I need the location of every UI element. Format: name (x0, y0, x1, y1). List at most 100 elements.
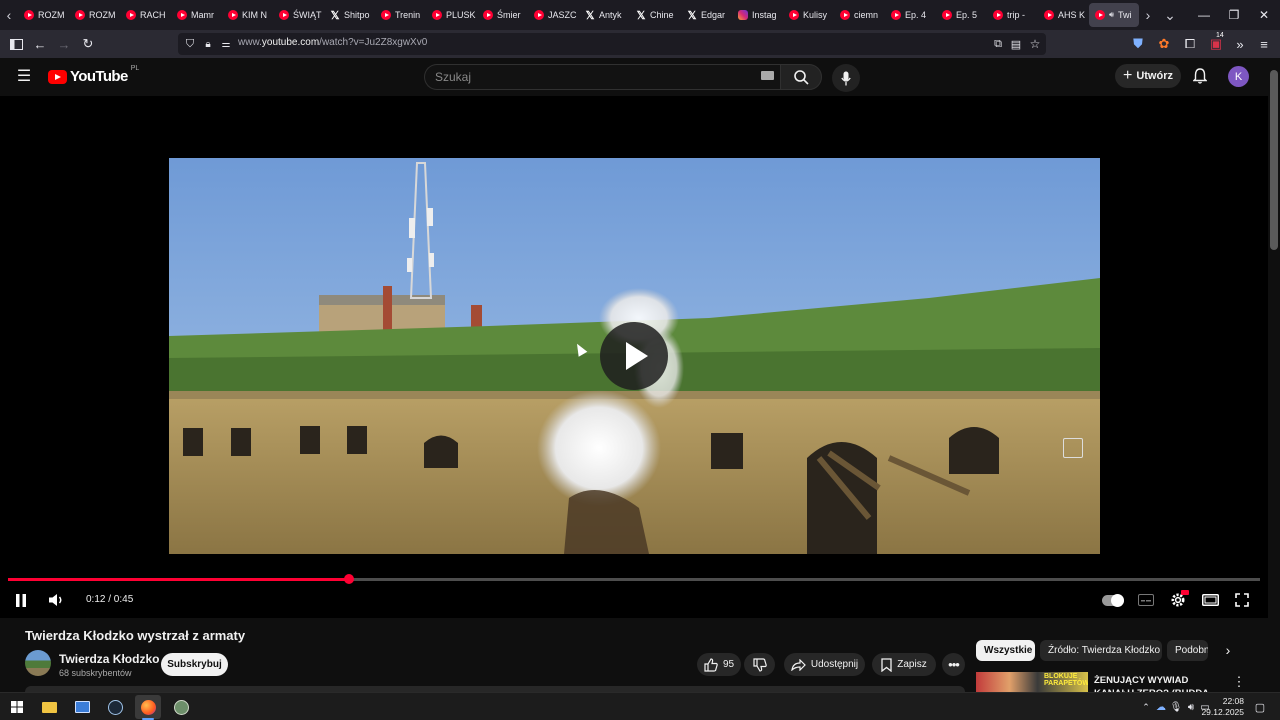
dislike-button[interactable] (744, 653, 775, 676)
browser-tab[interactable]: 𝕏 Edgar (681, 3, 732, 27)
more-horizontal-icon: ••• (948, 657, 960, 672)
browser-tab[interactable]: 𝕏 Shitpo (324, 3, 375, 27)
browser-tab[interactable]: Kulisy (783, 3, 834, 27)
bookmark-star-icon[interactable]: ☆ (1025, 34, 1045, 54)
browser-tab[interactable]: AHS K (1038, 3, 1089, 27)
browser-tab[interactable]: ciemn (834, 3, 885, 27)
sidebar-toggle-icon[interactable] (6, 34, 26, 54)
tab-scroll-right-icon[interactable]: › (1139, 0, 1157, 30)
keyboard-icon[interactable] (761, 71, 774, 80)
large-play-button[interactable] (600, 322, 668, 390)
reload-icon[interactable]: ↻ (78, 34, 98, 54)
fullscreen-button[interactable] (1230, 589, 1254, 611)
youtube-icon (126, 10, 136, 20)
windows-start-icon[interactable] (4, 695, 30, 719)
notifications-bell-icon[interactable] (1190, 66, 1210, 86)
settings-button[interactable] (1166, 589, 1190, 611)
misc-app-icon[interactable] (168, 695, 194, 719)
browser-tab[interactable]: Trenin (375, 3, 426, 27)
browser-tab[interactable]: Mamr (171, 3, 222, 27)
like-button[interactable]: 95 (697, 653, 741, 676)
account-avatar[interactable]: K (1228, 66, 1249, 87)
thumbnail-text: BLOKUJE PARAPETÓW (1044, 673, 1088, 687)
browser-tab[interactable]: ŚWIĄT (273, 3, 324, 27)
addon-badge-icon[interactable]: ▣ 14 (1206, 32, 1226, 54)
notifications-icon[interactable]: ▢ (1250, 697, 1270, 717)
mute-button[interactable] (44, 589, 68, 611)
chip-source[interactable]: Źródło: Twierdza Kłodzko (1040, 640, 1162, 661)
channel-avatar[interactable] (25, 650, 51, 676)
overflow-menu-icon[interactable]: » (1230, 34, 1250, 54)
subtitles-button[interactable] (1134, 589, 1158, 611)
browser-tab[interactable]: 𝕏 Antyk (579, 3, 630, 27)
chip-scroll-right-icon[interactable]: › (1218, 640, 1238, 660)
fullscreen-hint-icon[interactable] (1063, 438, 1083, 458)
share-button[interactable]: Udostępnij (784, 653, 865, 676)
file-explorer-icon[interactable] (36, 695, 62, 719)
youtube-icon (432, 10, 442, 20)
browser-tab[interactable]: JASZC (528, 3, 579, 27)
browser-tab[interactable]: Ep. 4 (885, 3, 936, 27)
browser-tab[interactable]: 🔊︎ Twi (1089, 3, 1139, 27)
youtube-icon (381, 10, 391, 20)
chip-source-label: Źródło: Twierdza Kłodzko (1048, 645, 1161, 656)
theater-mode-button[interactable] (1198, 589, 1222, 611)
recommendation-menu-icon[interactable]: ⋮ (1229, 672, 1249, 692)
tab-scroll-left-icon[interactable]: ‹ (0, 0, 18, 30)
pause-button[interactable] (9, 589, 33, 611)
shield-extension-icon[interactable]: ⛊ (1128, 34, 1148, 54)
autoplay-toggle[interactable] (1101, 589, 1125, 611)
search-input[interactable]: Szukaj (435, 70, 471, 84)
restore-icon[interactable]: ❐ (1218, 0, 1250, 30)
save-button[interactable]: Zapisz (872, 653, 936, 676)
progress-scrubber[interactable] (344, 574, 354, 584)
recommendation-thumbnail[interactable]: BLOKUJE PARAPETÓW (976, 672, 1088, 694)
voice-search-button[interactable] (832, 64, 860, 92)
page-scrollbar[interactable] (1268, 58, 1280, 692)
remote-desktop-icon[interactable] (69, 695, 95, 719)
more-actions-button[interactable]: ••• (942, 653, 965, 676)
browser-tab[interactable]: 𝕏 Chine (630, 3, 681, 27)
browser-tab[interactable]: ROZM (69, 3, 120, 27)
search-box[interactable]: Szukaj (424, 64, 780, 90)
tab-audio-icon[interactable]: 🔊︎ (1109, 10, 1114, 20)
progress-bar[interactable] (8, 574, 1260, 584)
guide-menu-icon[interactable]: ☰ (14, 66, 34, 86)
browser-tab[interactable]: Ep. 5 (936, 3, 987, 27)
url-text[interactable]: www.youtube.com/watch?v=Ju2Z8xgwXv0 (238, 37, 427, 48)
browser-tab[interactable]: Instag (732, 3, 783, 27)
app-menu-icon[interactable]: ≡ (1254, 34, 1274, 54)
browser-tab[interactable]: Śmier (477, 3, 528, 27)
chip-all[interactable]: Wszystkie (976, 640, 1035, 661)
back-icon[interactable]: ← (30, 34, 50, 54)
browser-tab[interactable]: KIM N (222, 3, 273, 27)
browser-tab[interactable]: trip - (987, 3, 1038, 27)
youtube-logo[interactable]: YouTube PL (48, 65, 139, 85)
lock-icon[interactable]: 🔒︎ (198, 34, 218, 54)
picture-in-picture-icon[interactable]: ⧉ (988, 34, 1008, 54)
tab-list: ROZM ROZM RACH Mamr KIM N ŚWIĄT 𝕏 Shitpo Trenin P… (18, 3, 1139, 27)
tab-label: Kulisy (803, 10, 828, 20)
browser-tab[interactable]: PLUSK (426, 3, 477, 27)
search-button[interactable] (780, 64, 822, 90)
tab-list-dropdown-icon[interactable]: ⌄ (1161, 0, 1179, 30)
subscribe-button[interactable]: Subskrybuj (161, 653, 228, 676)
scrollbar-thumb[interactable] (1270, 70, 1278, 250)
extensions-icon[interactable]: ⧠ (1180, 34, 1200, 54)
chip-related[interactable]: Podobne (1167, 640, 1208, 661)
create-button[interactable]: + Utwórz (1115, 64, 1181, 88)
address-bar[interactable]: ⛉ 🔒︎ ⚌ www.youtube.com/watch?v=Ju2Z8xgwX… (178, 33, 1046, 55)
firefox-icon[interactable] (135, 695, 161, 719)
fox-extension-icon[interactable]: ✿ (1154, 34, 1174, 54)
permissions-icon[interactable]: ⚌ (216, 34, 236, 54)
steam-icon[interactable] (102, 695, 128, 719)
channel-name[interactable]: Twierdza Kłodzko (59, 652, 159, 666)
browser-tab[interactable]: ROZM (18, 3, 69, 27)
reader-view-icon[interactable]: ▤ (1006, 34, 1026, 54)
system-clock[interactable]: 22:08 29.12.2025 (1201, 696, 1244, 718)
close-window-icon[interactable]: ✕ (1248, 0, 1280, 30)
minimize-icon[interactable]: — (1188, 0, 1220, 30)
tracking-protection-icon[interactable]: ⛉ (180, 34, 200, 54)
forward-icon[interactable]: → (54, 34, 74, 54)
browser-tab[interactable]: RACH (120, 3, 171, 27)
